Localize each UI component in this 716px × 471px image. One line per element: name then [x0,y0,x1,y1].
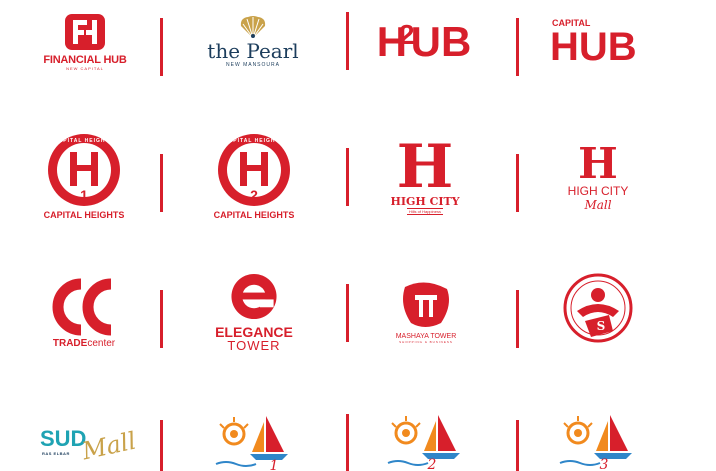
s-emblem-letter: S [597,319,606,333]
capital-heights-2-number: 2 [250,187,258,203]
divider [516,420,519,471]
logo-sun-boat-2: 2 [384,410,468,471]
high-city-name: HIGH CITY [390,195,460,208]
logo-the-pearl: the Pearl NEW MANSOURA [198,8,308,74]
svg-text:CAPITAL HEIGHTS: CAPITAL HEIGHTS [54,138,114,144]
logo-s-emblem: S [558,268,638,348]
h2ub-tail: UB [410,18,472,65]
capital-heights-2-emblem-icon: CAPITAL HEIGHTS 2 [218,134,290,206]
divider [346,414,349,471]
logo-h2ub: H 2 UB [372,12,476,72]
logo-capital-hub: CAPITAL HUB [546,14,650,70]
trade-center-light: center [87,337,116,349]
sud-mall-sub: RAS ELBAR [42,451,70,456]
s-emblem-icon: S [563,273,633,343]
high-city-mall-sub: Mall [584,198,612,212]
svg-text:CAPITAL HEIGHTS: CAPITAL HEIGHTS [224,138,284,144]
shell-icon [240,16,266,39]
divider [346,284,349,342]
divider [160,18,163,76]
mashaya-mark-icon [403,281,449,327]
divider [516,290,519,348]
high-city-monogram: H [396,132,454,202]
high-city-mall-monogram: H [578,139,618,188]
logo-high-city-mall: H HIGH CITY Mall [556,140,640,216]
divider [346,148,349,206]
trade-center-mark-icon [52,278,112,335]
sun-boat-icon: 3 [559,415,632,470]
financial-hub-monogram-icon [65,13,105,50]
the-pearl-name: the Pearl [207,39,299,63]
h2ub-accent: 2 [399,19,415,50]
sun-boat-3-number: 3 [600,457,609,470]
divider [160,154,163,212]
sun-boat-icon: 2 [387,415,460,470]
capital-heights-1-emblem-icon: CAPITAL HEIGHTS 1 [48,134,120,206]
elegance-mark-icon [231,273,277,320]
the-pearl-sub: NEW MANSOURA [226,62,280,68]
divider [516,154,519,212]
elegance-sub: TOWER [227,338,281,353]
high-city-mall-name: HIGH CITY [567,184,629,198]
sun-boat-icon: 1 [215,416,288,471]
mashaya-name: MASHAYA TOWER [395,332,457,340]
high-city-sub: Hills of Happiness [406,208,443,215]
logo-financial-hub: FINANCIAL HUB NEW CAPITAL [40,6,130,76]
logo-sun-boat-1: 1 [212,412,296,471]
logo-capital-heights-1: CAPITAL HEIGHTS 1 CAPITAL HEIGHTS [34,130,134,222]
financial-hub-sub: NEW CAPITAL [66,65,104,71]
divider [160,420,163,471]
mashaya-sub: SHOPPING & BUSINESS [399,339,453,344]
logo-high-city: H HIGH CITY Hills of Happiness [380,136,470,218]
logo-sun-boat-3: 3 [556,410,640,471]
sun-boat-1-number: 1 [270,458,279,471]
elegance-name: ELEGANCE [215,324,293,340]
logo-sud-mall: SUD Mall RAS ELBAR [38,420,139,468]
capital-heights-1-number: 1 [80,187,88,203]
trade-center-name: TRADEcenter [53,338,115,349]
logo-trade-center: TRADEcenter [44,276,124,350]
capital-heights-1-name: CAPITAL HEIGHTS [43,210,125,220]
sun-boat-2-number: 2 [427,457,437,470]
divider [346,12,349,70]
logo-capital-heights-2: CAPITAL HEIGHTS 2 CAPITAL HEIGHTS [204,130,304,222]
sud-mall-script: Mall [79,426,139,466]
logo-elegance-tower: ELEGANCE TOWER [212,272,296,352]
divider [516,18,519,76]
capital-hub-name: HUB [550,25,637,69]
trade-center-bold: TRADE [52,337,88,349]
logo-mashaya-tower: MASHAYA TOWER SHOPPING & BUSINESS [384,276,468,346]
capital-heights-2-name: CAPITAL HEIGHTS [213,210,295,220]
financial-hub-name: FINANCIAL HUB [43,53,127,66]
divider [160,290,163,348]
